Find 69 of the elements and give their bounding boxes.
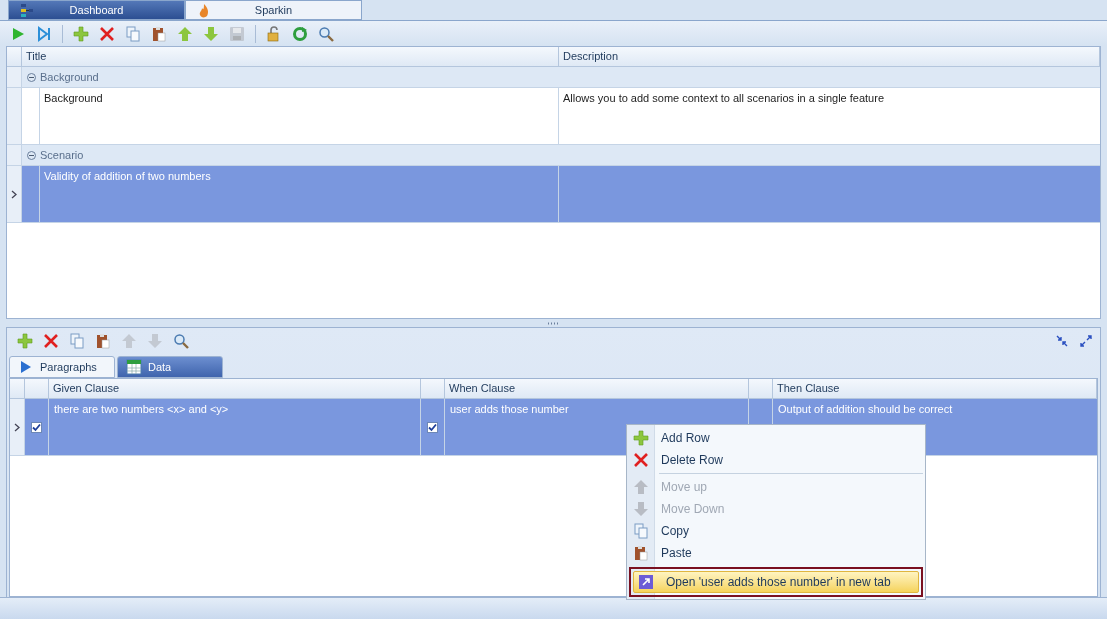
expand-arrows-icon[interactable] (1080, 335, 1092, 347)
up-arrow-icon (177, 26, 193, 42)
delete-icon (633, 452, 649, 468)
plus-icon (633, 430, 649, 446)
toolbar-button[interactable] (171, 331, 191, 351)
clipboard-icon (95, 333, 111, 349)
toolbar-button[interactable] (316, 24, 336, 44)
plus-icon (17, 333, 33, 349)
open-external-icon (638, 574, 654, 590)
title-cell: Validity of addition of two numbers (44, 170, 211, 182)
then-clause-cell: Output of addition should be correct (778, 403, 953, 415)
down-arrow-icon (147, 333, 163, 349)
copy-icon (633, 523, 649, 539)
row-indicator[interactable] (7, 67, 22, 87)
menu-item[interactable]: Copy (629, 520, 923, 542)
panel-tab[interactable]: Paragraphs (9, 356, 115, 378)
menu-item[interactable]: Paste (629, 542, 923, 564)
collapse-arrows-icon[interactable] (1056, 335, 1068, 347)
check-icon (428, 422, 437, 432)
column-header[interactable]: Then Clause (773, 379, 1097, 399)
plus-icon (73, 26, 89, 42)
row-indicator[interactable] (7, 166, 22, 222)
column-header[interactable]: When Clause (445, 379, 749, 399)
step-forward-icon (36, 26, 52, 42)
menu-item[interactable]: Add Row (629, 427, 923, 449)
grid-row[interactable]: Background Allows you to add some context to all scenarios in a single feature (7, 88, 1100, 145)
toolbar-button[interactable] (290, 24, 310, 44)
diagram-icon (19, 3, 35, 19)
search-icon (173, 333, 189, 349)
row-indicator[interactable] (10, 399, 25, 455)
column-header[interactable] (25, 379, 49, 399)
down-arrow-icon (633, 501, 649, 517)
column-header[interactable]: Description (559, 47, 1100, 67)
checkbox[interactable] (427, 421, 438, 433)
refresh-icon (292, 26, 308, 42)
column-header[interactable]: Given Clause (49, 379, 421, 399)
column-header[interactable]: Title (22, 47, 559, 67)
check-icon (32, 422, 41, 432)
checkbox[interactable] (31, 421, 42, 433)
clipboard-icon (633, 545, 649, 561)
clipboard-icon (151, 26, 167, 42)
given-clause-cell: there are two numbers <x> and <y> (54, 403, 229, 415)
document-tab[interactable]: Sparkin (185, 0, 362, 20)
column-header[interactable] (749, 379, 773, 399)
title-cell: Background (44, 92, 103, 104)
row-indicator[interactable] (7, 88, 22, 144)
up-arrow-icon (121, 333, 137, 349)
column-header[interactable] (421, 379, 445, 399)
down-arrow-icon (203, 26, 219, 42)
row-indicator[interactable] (7, 145, 22, 165)
row-pointer-icon (14, 422, 20, 432)
padlock-icon (266, 26, 282, 42)
up-arrow-icon (633, 479, 649, 495)
menu-item[interactable]: Open 'user adds those number' in new tab (633, 571, 919, 593)
search-icon (318, 26, 334, 42)
group-row-header[interactable]: Scenario (22, 145, 89, 165)
description-cell: Allows you to add some context to all scenarios in a single feature (563, 92, 884, 104)
panel-tab[interactable]: Data (117, 356, 223, 378)
delete-icon (99, 26, 115, 42)
row-pointer-icon (11, 189, 17, 199)
when-clause-cell: user adds those number (450, 403, 569, 415)
play-icon (10, 26, 26, 42)
document-tab[interactable]: Dashboard (8, 0, 185, 20)
copy-icon (125, 26, 141, 42)
delete-icon (43, 333, 59, 349)
table-icon (126, 359, 142, 375)
copy-icon (69, 333, 85, 349)
group-row-header[interactable]: Background (22, 67, 104, 87)
column-header (7, 47, 22, 67)
